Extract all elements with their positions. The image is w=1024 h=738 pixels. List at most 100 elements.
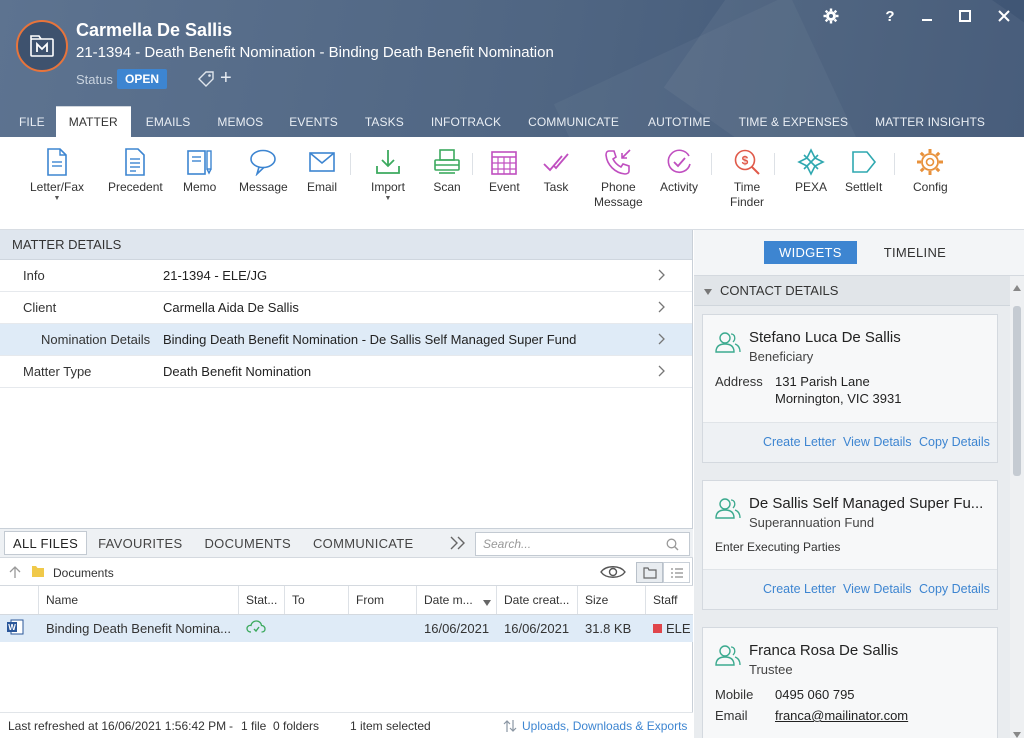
file-size: 31.8 KB <box>585 621 632 636</box>
file-date-modified: 16/06/2021 <box>424 621 490 636</box>
contact-name[interactable]: Franca Rosa De Sallis <box>749 642 898 659</box>
precedent-icon <box>120 147 150 177</box>
create-letter-link[interactable]: Create Letter <box>763 582 836 596</box>
contact-role: Superannuation Fund <box>749 515 875 530</box>
tab-widgets[interactable]: WIDGETS <box>764 241 857 264</box>
table-row[interactable]: W Binding Death Benefit Nomina... 16/06/… <box>0 615 693 642</box>
folder-name[interactable]: Documents <box>53 566 114 580</box>
matter-row-nomination-details[interactable]: Nomination Details Binding Death Benefit… <box>0 324 692 356</box>
widgets-scrollbar[interactable] <box>1010 276 1024 738</box>
up-arrow-icon[interactable] <box>9 565 21 582</box>
person-icon <box>715 331 741 356</box>
copy-details-link[interactable]: Copy Details <box>919 435 990 449</box>
last-refreshed: Last refreshed at 16/06/2021 1:56:42 PM <box>8 718 227 733</box>
column-to[interactable]: To <box>285 586 349 614</box>
chevron-right-icon <box>658 301 666 316</box>
scrollbar-thumb[interactable] <box>1013 306 1021 476</box>
tab-matter-insights[interactable]: MATTER INSIGHTS <box>861 106 998 137</box>
column-size[interactable]: Size <box>578 586 646 614</box>
matter-row-client[interactable]: Client Carmella Aida De Sallis <box>0 292 692 324</box>
contact-address-line1: 131 Parish Lane <box>775 374 870 389</box>
double-chevron-right-icon[interactable] <box>449 535 467 554</box>
settleit-button[interactable]: SettleIt <box>845 147 882 195</box>
tab-time-expenses[interactable]: TIME & EXPENSES <box>724 106 862 137</box>
eye-icon[interactable] <box>600 564 626 583</box>
matter-row-info[interactable]: Info 21-1394 - ELE/JG <box>0 260 692 292</box>
tab-tasks[interactable]: TASKS <box>351 106 417 137</box>
contact-email-link[interactable]: franca@mailinator.com <box>775 708 908 723</box>
folder-count: 0 folders <box>273 718 320 733</box>
folder-view-icon[interactable] <box>636 562 663 583</box>
tab-memos[interactable]: MEMOS <box>203 106 276 137</box>
contact-name[interactable]: De Sallis Self Managed Super Fu... <box>749 495 983 512</box>
tab-infotrack[interactable]: INFOTRACK <box>417 106 514 137</box>
event-button[interactable]: Event <box>489 147 520 195</box>
create-letter-link[interactable]: Create Letter <box>763 435 836 449</box>
contact-field-label: Email <box>715 708 748 723</box>
time-finder-button[interactable]: $ Time Finder <box>730 147 764 210</box>
chevron-right-icon <box>658 365 666 380</box>
tab-documents[interactable]: DOCUMENTS <box>196 531 298 555</box>
svg-text:W: W <box>8 623 16 632</box>
tab-timeline[interactable]: TIMELINE <box>869 241 961 264</box>
matter-logo-icon <box>16 20 68 72</box>
help-icon[interactable]: ? <box>877 6 903 26</box>
tab-communicate[interactable]: COMMUNICATE <box>514 106 632 137</box>
add-tag-icon[interactable]: + <box>220 68 232 88</box>
scan-button[interactable]: Scan <box>432 147 462 195</box>
column-name[interactable]: Name <box>39 586 239 614</box>
matter-row-matter-type[interactable]: Matter Type Death Benefit Nomination <box>0 356 692 388</box>
contact-details-header[interactable]: CONTACT DETAILS <box>694 276 1010 306</box>
tab-all-files[interactable]: ALL FILES <box>4 531 88 555</box>
precedent-button[interactable]: Precedent <box>108 147 163 195</box>
maximize-icon[interactable] <box>952 6 978 26</box>
contact-card: De Sallis Self Managed Super Fu... Super… <box>702 480 998 610</box>
enter-executing-parties-link[interactable]: Enter Executing Parties <box>715 540 840 554</box>
transfer-arrows-icon <box>503 719 517 736</box>
contact-name[interactable]: Stefano Luca De Sallis <box>749 329 901 346</box>
config-button[interactable]: Config <box>913 147 948 195</box>
sync-status-icon <box>239 620 285 637</box>
minimize-icon[interactable] <box>914 6 940 26</box>
column-staff[interactable]: Staff <box>646 586 692 614</box>
copy-details-link[interactable]: Copy Details <box>919 582 990 596</box>
tab-communicate-files[interactable]: COMMUNICATE <box>305 531 422 555</box>
tab-file[interactable]: FILE <box>0 106 56 137</box>
memo-button[interactable]: Memo <box>183 147 216 195</box>
uploads-downloads-link[interactable]: Uploads, Downloads & Exports <box>522 719 687 733</box>
column-date-modified[interactable]: Date m... <box>417 586 497 614</box>
file-search-input[interactable]: Search... <box>475 532 690 556</box>
chevron-right-icon <box>658 333 666 348</box>
message-button[interactable]: Message <box>239 147 288 195</box>
pexa-button[interactable]: PEXA <box>795 147 827 195</box>
list-view-icon[interactable] <box>663 562 690 583</box>
column-from[interactable]: From <box>349 586 417 614</box>
column-date-created[interactable]: Date creat... <box>497 586 578 614</box>
tab-emails[interactable]: EMAILS <box>131 106 204 137</box>
tab-matter[interactable]: MATTER <box>55 106 131 137</box>
gear-icon[interactable] <box>818 6 844 26</box>
tab-events[interactable]: EVENTS <box>276 106 351 137</box>
folder-icon <box>31 564 45 581</box>
letter-icon <box>42 147 72 177</box>
column-icon <box>0 586 39 614</box>
close-icon[interactable] <box>991 6 1017 26</box>
matter-header: Carmella De Sallis 21-1394 - Death Benef… <box>0 0 1024 137</box>
column-status[interactable]: Stat... <box>239 586 285 614</box>
import-button[interactable]: Import ▼ <box>371 147 405 203</box>
file-staff: ELE <box>646 621 692 636</box>
phone-message-button[interactable]: Phone Message <box>594 147 643 210</box>
email-button[interactable]: Email <box>307 147 337 195</box>
activity-button[interactable]: Activity <box>660 147 698 195</box>
contact-field-label: Address <box>715 374 763 389</box>
tag-icon[interactable] <box>197 70 215 91</box>
folder-path-bar: Documents <box>0 558 693 586</box>
view-details-link[interactable]: View Details <box>843 435 912 449</box>
tab-favourites[interactable]: FAVOURITES <box>90 531 190 555</box>
tab-autotime[interactable]: AUTOTIME <box>632 106 724 137</box>
letter-fax-button[interactable]: Letter/Fax ▼ <box>30 147 84 203</box>
view-details-link[interactable]: View Details <box>843 582 912 596</box>
status-badge[interactable]: OPEN <box>117 69 168 89</box>
task-button[interactable]: Task <box>541 147 571 195</box>
contact-role: Trustee <box>749 662 793 677</box>
